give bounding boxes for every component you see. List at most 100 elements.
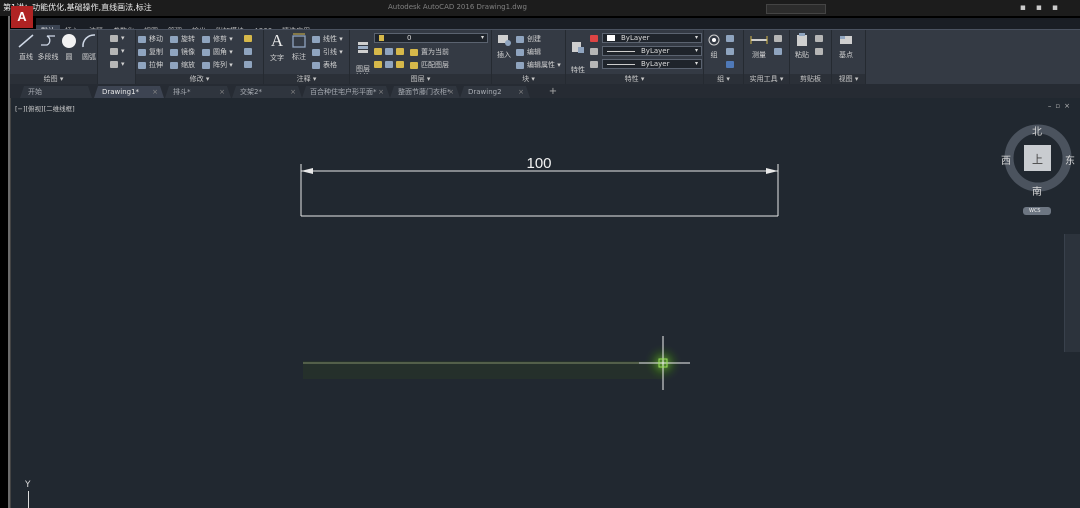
viewcube[interactable]: 北 南 东 西 上 WCS bbox=[1001, 123, 1077, 215]
color-dropdown[interactable]: ByLayer ▾ bbox=[602, 33, 702, 43]
create-block-button[interactable]: 创建 bbox=[516, 34, 541, 44]
mirror-tool[interactable]: 镜像 bbox=[170, 47, 195, 57]
hatch-tool[interactable]: ▾ bbox=[110, 47, 125, 55]
layer-tools-row1[interactable] bbox=[374, 47, 407, 55]
ucs-y-axis bbox=[28, 491, 29, 508]
compass-south[interactable]: 南 bbox=[1032, 183, 1042, 198]
document-tab[interactable]: 交架2* × bbox=[232, 86, 302, 98]
compass-north[interactable]: 北 bbox=[1032, 123, 1042, 138]
stretch-tool[interactable]: 拉伸 bbox=[138, 60, 163, 70]
drawing-canvas[interactable]: [−][俯视][二维线框] –▫× 100 北 南 东 西 上 WCS Y bbox=[10, 98, 1080, 508]
text-icon: A bbox=[270, 31, 284, 50]
copy-tool[interactable]: 复制 bbox=[138, 47, 163, 57]
close-tab-icon[interactable]: × bbox=[378, 86, 384, 98]
group-select-tool[interactable] bbox=[726, 60, 737, 68]
edit-attributes-button[interactable]: 编辑属性 ▾ bbox=[516, 60, 561, 70]
scale-tool[interactable]: 缩放 bbox=[170, 60, 195, 70]
region-tool[interactable]: ▾ bbox=[110, 60, 125, 68]
cut-tool[interactable] bbox=[815, 34, 826, 42]
compass-west[interactable]: 西 bbox=[1001, 152, 1011, 167]
color-value: ByLayer bbox=[621, 34, 650, 42]
app-logo-icon[interactable]: A bbox=[11, 6, 33, 28]
linetype-icon bbox=[590, 47, 598, 55]
close-tab-icon[interactable]: × bbox=[518, 86, 524, 98]
add-tab-icon[interactable]: + bbox=[547, 86, 559, 98]
match-layer-button[interactable]: 匹配图层 bbox=[410, 60, 449, 70]
annotation-panel: A 文字 标注 线性 ▾ 引线 ▾ 表格 注释 ▾ bbox=[264, 30, 350, 85]
polyline-icon bbox=[41, 35, 55, 46]
layer-off-icon bbox=[374, 60, 382, 68]
layer-state-icon bbox=[374, 47, 382, 55]
viewcube-top-label[interactable]: 上 bbox=[1032, 151, 1043, 167]
quick-calc-tool[interactable] bbox=[774, 34, 785, 42]
layer-tools-row2[interactable] bbox=[374, 60, 407, 68]
explode-icon bbox=[244, 47, 252, 55]
rectangle-tool[interactable]: ▾ bbox=[110, 34, 125, 42]
text-tool[interactable]: A 文字 bbox=[266, 32, 288, 63]
move-tool[interactable]: 移动 bbox=[138, 34, 163, 44]
base-label: 基点 bbox=[839, 51, 853, 59]
measure-tool[interactable]: 测量 bbox=[748, 33, 770, 60]
close-tab-icon[interactable]: × bbox=[219, 86, 225, 98]
arc-icon bbox=[82, 34, 96, 48]
insert-block-tool[interactable]: 插入 bbox=[493, 33, 515, 60]
document-tab[interactable]: 整面节藤门衣柜* × bbox=[390, 86, 460, 98]
erase-tool[interactable] bbox=[244, 34, 255, 42]
arc-tool[interactable]: 圆弧 bbox=[79, 33, 99, 62]
group-tool[interactable]: 组 bbox=[705, 33, 723, 60]
scale-icon bbox=[170, 61, 178, 69]
layer-stack-icon bbox=[358, 42, 368, 53]
linetype-dropdown[interactable]: ByLayer ▾ bbox=[602, 46, 702, 56]
ungroup-tool[interactable] bbox=[726, 34, 737, 42]
dimension-tool[interactable]: 标注 bbox=[288, 33, 310, 62]
linetype-picker[interactable] bbox=[590, 47, 601, 55]
wcs-label[interactable]: WCS bbox=[1029, 208, 1041, 214]
block-panel: 插入 创建 编辑 编辑属性 ▾ 块 ▾ bbox=[492, 30, 566, 85]
explode-tool[interactable] bbox=[244, 47, 255, 55]
close-tab-icon[interactable]: × bbox=[152, 86, 158, 98]
layers-panel: 图层 特性 0 ▾ 置为当前 匹配图层 图层 ▾ bbox=[350, 30, 492, 85]
color-picker[interactable] bbox=[590, 34, 601, 42]
lineweight-dropdown[interactable]: ByLayer ▾ bbox=[602, 59, 702, 69]
document-tab[interactable]: Drawing1* × bbox=[94, 86, 164, 98]
close-tab-icon[interactable]: × bbox=[290, 86, 296, 98]
leader-tool[interactable]: 引线 ▾ bbox=[312, 47, 343, 57]
edit-block-button[interactable]: 编辑 bbox=[516, 47, 541, 57]
ribbon-tab-bar: 默认插入注释参数化视图管理输出附加模块A360精选应用▭• bbox=[36, 18, 1080, 36]
paste-tool[interactable]: 粘贴 bbox=[792, 33, 812, 60]
make-current-button[interactable]: 置为当前 bbox=[410, 47, 449, 57]
compass-east[interactable]: 东 bbox=[1065, 152, 1075, 167]
line-tool[interactable]: 直线 bbox=[14, 33, 38, 62]
copy-clip-tool[interactable] bbox=[815, 47, 826, 55]
base-view-tool[interactable]: 基点 bbox=[835, 33, 857, 60]
draw-panel: 直线 多段线 圆 圆弧 绘图 ▾ bbox=[10, 30, 98, 85]
document-tab[interactable]: 排斗* × bbox=[165, 86, 231, 98]
layer-dropdown[interactable]: 0 ▾ bbox=[374, 33, 488, 43]
document-tab-label: Drawing2 bbox=[468, 88, 502, 96]
color-swatch bbox=[607, 35, 615, 41]
array-tool[interactable]: 阵列 ▾ bbox=[202, 60, 233, 70]
fillet-tool[interactable]: 圆角 ▾ bbox=[202, 47, 233, 57]
id-point-tool[interactable] bbox=[774, 47, 785, 55]
trim-tool[interactable]: 修剪 ▾ bbox=[202, 34, 233, 44]
insert-label: 插入 bbox=[497, 51, 511, 59]
document-tab[interactable]: Drawing2 × bbox=[460, 86, 530, 98]
linear-dim-tool[interactable]: 线性 ▾ bbox=[312, 34, 343, 44]
rotate-tool[interactable]: 旋转 bbox=[170, 34, 195, 44]
close-tab-icon[interactable]: × bbox=[448, 86, 454, 98]
navigation-bar[interactable] bbox=[1064, 234, 1080, 352]
offset-tool[interactable] bbox=[244, 60, 255, 68]
group-edit-tool[interactable] bbox=[726, 47, 737, 55]
rectangle-icon bbox=[110, 34, 118, 42]
circle-tool[interactable]: 圆 bbox=[59, 33, 79, 62]
table-tool[interactable]: 表格 bbox=[312, 60, 337, 70]
document-tab[interactable]: 百合种住宅户形平面* × bbox=[302, 86, 390, 98]
lineweight-picker[interactable] bbox=[590, 60, 601, 68]
line-icon bbox=[18, 34, 34, 48]
scissors-icon bbox=[815, 34, 823, 42]
polyline-tool[interactable]: 多段线 bbox=[36, 33, 60, 62]
linear-dimension[interactable]: 100 bbox=[300, 155, 779, 217]
document-tab[interactable]: 开始 bbox=[20, 86, 92, 98]
properties-panel: 特性 匹配 ByLayer▾ ByLayer▾ ByLayer▾ 特性 ▾ bbox=[566, 30, 704, 85]
mirror-icon bbox=[170, 48, 178, 56]
